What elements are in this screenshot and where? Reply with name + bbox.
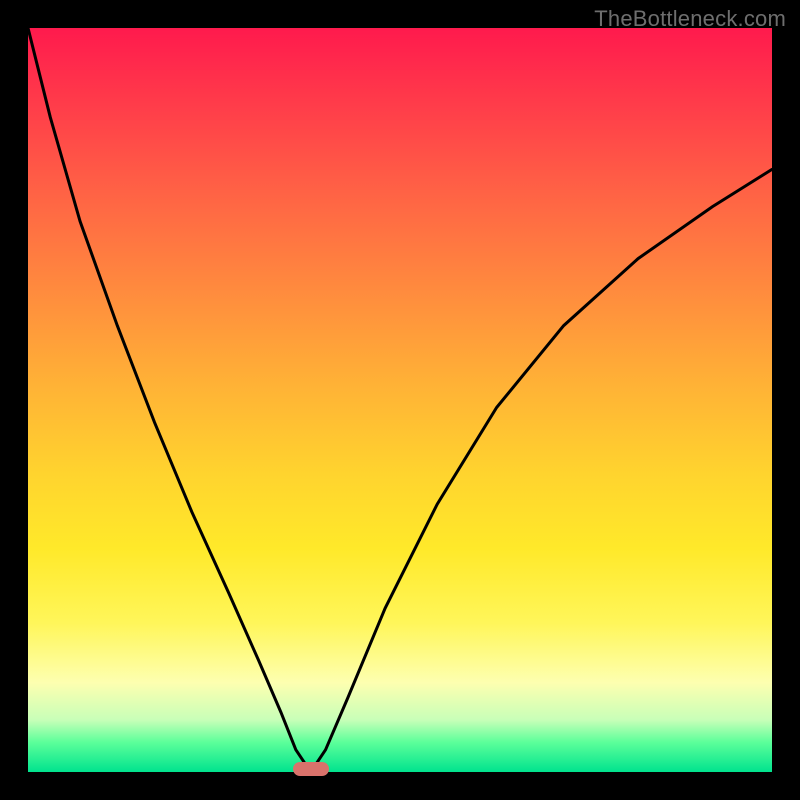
- chart-frame: TheBottleneck.com: [0, 0, 800, 800]
- curve-svg: [28, 28, 772, 772]
- plot-area: [28, 28, 772, 772]
- minimum-marker: [293, 762, 329, 776]
- bottleneck-curve: [28, 28, 772, 772]
